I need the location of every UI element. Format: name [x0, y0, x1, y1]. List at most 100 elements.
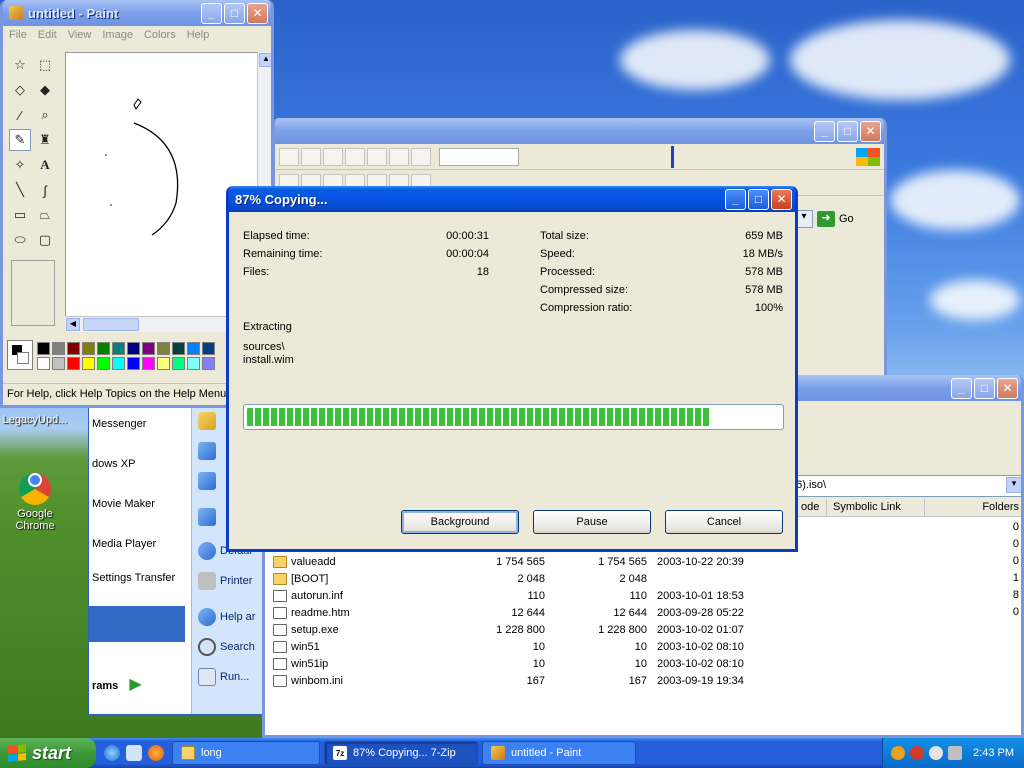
- minimize-button[interactable]: _: [201, 2, 222, 24]
- desktop-icon-chrome[interactable]: Google Chrome: [0, 464, 70, 532]
- table-row[interactable]: autorun.inf 110 110 2003-10-01 18:53: [265, 587, 1021, 604]
- palette-swatch[interactable]: [202, 342, 215, 355]
- printers-item[interactable]: Printer: [198, 572, 252, 590]
- palette-swatch[interactable]: [157, 357, 170, 370]
- table-row[interactable]: [BOOT] 2 048 2 048: [265, 570, 1021, 587]
- close-button[interactable]: ✕: [771, 188, 792, 210]
- rect-select-icon[interactable]: ⬚: [34, 54, 56, 76]
- network-icon[interactable]: [929, 746, 944, 760]
- palette-swatch[interactable]: [112, 342, 125, 355]
- menu-colors[interactable]: Colors: [144, 29, 176, 41]
- free-select-icon[interactable]: ☆: [9, 54, 31, 76]
- palette-swatch[interactable]: [52, 357, 65, 370]
- palette-swatch[interactable]: [97, 357, 110, 370]
- scroll-thumb[interactable]: [83, 318, 139, 331]
- palette-swatch[interactable]: [187, 342, 200, 355]
- volume-icon[interactable]: [948, 746, 963, 760]
- palette-swatch[interactable]: [172, 342, 185, 355]
- picker-icon[interactable]: ∕: [9, 104, 31, 126]
- column-header-folders[interactable]: Folders: [925, 499, 1021, 516]
- maximize-button[interactable]: □: [974, 377, 995, 399]
- minimize-button[interactable]: _: [951, 377, 972, 399]
- airbrush-icon[interactable]: ✧: [9, 154, 31, 176]
- title-bar[interactable]: _ □ ✕: [275, 118, 884, 144]
- close-button[interactable]: ✕: [247, 2, 268, 24]
- palette-swatch[interactable]: [37, 357, 50, 370]
- background-button[interactable]: Background: [401, 510, 519, 534]
- go-control[interactable]: ▾ ➜ Go: [795, 210, 854, 228]
- task-paint[interactable]: untitled - Paint: [482, 741, 636, 765]
- palette-swatch[interactable]: [82, 342, 95, 355]
- palette-swatch[interactable]: [142, 357, 155, 370]
- maximize-button[interactable]: □: [224, 2, 245, 24]
- rectangle-icon[interactable]: ▭: [9, 204, 31, 226]
- pencil-icon[interactable]: ✎: [9, 129, 31, 151]
- scroll-left-icon[interactable]: ◀: [66, 318, 80, 331]
- close-button[interactable]: ✕: [860, 120, 881, 142]
- menu-view[interactable]: View: [68, 29, 92, 41]
- title-bar[interactable]: untitled - Paint _ □ ✕: [3, 0, 271, 26]
- text-icon[interactable]: A: [34, 154, 56, 176]
- media-icon[interactable]: [126, 745, 142, 761]
- eraser-icon[interactable]: ◇: [9, 79, 31, 101]
- control-panel-item[interactable]: [198, 508, 216, 526]
- minimize-button[interactable]: _: [725, 188, 746, 210]
- chevron-down-icon[interactable]: ▾: [1006, 477, 1021, 493]
- palette-swatch[interactable]: [97, 342, 110, 355]
- search-item[interactable]: Search: [198, 638, 255, 656]
- firefox-icon[interactable]: [148, 745, 164, 761]
- magnifier-icon[interactable]: ⌕: [34, 104, 56, 126]
- title-bar[interactable]: 87% Copying... _ □ ✕: [229, 186, 795, 212]
- palette-swatch[interactable]: [202, 357, 215, 370]
- undo-icon[interactable]: [279, 147, 299, 166]
- menu-help[interactable]: Help: [187, 29, 210, 41]
- go-arrow-icon[interactable]: ➜: [817, 211, 835, 227]
- rounded-rect-icon[interactable]: ▢: [34, 229, 56, 251]
- brush-icon[interactable]: ♜: [34, 129, 56, 151]
- column-header-mode[interactable]: ode: [795, 499, 827, 516]
- palette-swatch[interactable]: [127, 342, 140, 355]
- table-row[interactable]: readme.htm 12 644 12 644 2003-09-28 05:22: [265, 604, 1021, 621]
- start-menu-item[interactable]: dows XP: [92, 458, 135, 470]
- table-row[interactable]: setup.exe 1 228 800 1 228 800 2003-10-02 01…: [265, 621, 1021, 638]
- palette-swatch[interactable]: [52, 342, 65, 355]
- alert-shield-icon[interactable]: [910, 746, 925, 760]
- clock[interactable]: 2:43 PM: [973, 747, 1014, 759]
- table-row[interactable]: win51ip 10 10 2003-10-02 08:10: [265, 655, 1021, 672]
- palette-swatch[interactable]: [112, 357, 125, 370]
- palette-swatch[interactable]: [82, 357, 95, 370]
- palette-swatch[interactable]: [67, 342, 80, 355]
- palette-swatch[interactable]: [157, 342, 170, 355]
- close-button[interactable]: ✕: [997, 377, 1018, 399]
- menu-edit[interactable]: Edit: [38, 29, 57, 41]
- help-item[interactable]: Help ar: [198, 608, 255, 626]
- fill-icon[interactable]: ◆: [34, 79, 56, 101]
- table-row[interactable]: winbom.ini 167 167 2003-09-19 19:34: [265, 672, 1021, 689]
- palette-swatch[interactable]: [37, 342, 50, 355]
- start-menu-item[interactable]: Movie Maker: [92, 498, 155, 510]
- pause-button[interactable]: Pause: [533, 510, 651, 534]
- desktop-icon-legacyupdate[interactable]: LegacyUpd...: [0, 414, 70, 426]
- palette-swatch[interactable]: [142, 342, 155, 355]
- line-icon[interactable]: ╲: [9, 179, 31, 201]
- tool-icon[interactable]: [389, 147, 409, 166]
- menu-image[interactable]: Image: [102, 29, 133, 41]
- network-icon-item[interactable]: [198, 472, 216, 490]
- dropdown[interactable]: [439, 147, 519, 166]
- current-colors[interactable]: [7, 340, 33, 370]
- palette-swatch[interactable]: [127, 357, 140, 370]
- scroll-up-icon[interactable]: ▲: [259, 53, 271, 67]
- menu-file[interactable]: File: [9, 29, 27, 41]
- start-menu-item[interactable]: Settings Transfer: [92, 572, 175, 584]
- minimize-button[interactable]: _: [814, 120, 835, 142]
- redo-icon[interactable]: [301, 147, 321, 166]
- computer-icon-item[interactable]: [198, 442, 216, 460]
- palette-swatch[interactable]: [187, 357, 200, 370]
- maximize-button[interactable]: □: [748, 188, 769, 210]
- all-programs-item[interactable]: rams ▶: [92, 674, 142, 694]
- palette-swatch[interactable]: [67, 357, 80, 370]
- run-item[interactable]: Run...: [198, 668, 249, 686]
- palette-swatch[interactable]: [172, 357, 185, 370]
- start-menu-item[interactable]: Media Player: [92, 538, 156, 550]
- tool-options[interactable]: [11, 260, 55, 326]
